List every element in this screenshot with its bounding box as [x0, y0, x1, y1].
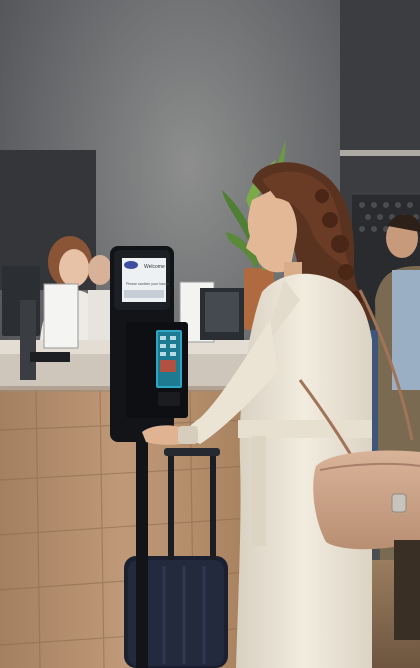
handbag	[313, 450, 420, 550]
man-legs	[394, 540, 420, 640]
scene-illustration: Welcome Please sanitize your hands	[0, 0, 420, 668]
hotel-lobby-scene: Welcome Please sanitize your hands	[0, 0, 420, 668]
kiosk-screen-subtext: Please sanitize your hands	[126, 282, 169, 286]
ceiling-light-strip	[340, 150, 420, 156]
kiosk-screen-heading: Welcome	[144, 264, 165, 270]
brand-logo-icon	[124, 261, 138, 269]
